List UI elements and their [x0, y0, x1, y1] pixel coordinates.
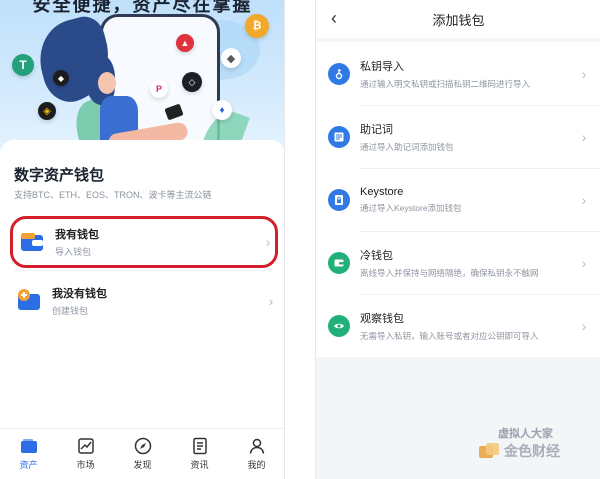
divider: [14, 270, 271, 271]
tab-mine[interactable]: 我的: [228, 429, 284, 479]
option-desc: 离线导入并保持与网络隔绝，确保私钥永不触网: [360, 267, 539, 278]
have-wallet-desc: 导入钱包: [55, 247, 92, 257]
chevron-right-icon: ›: [581, 317, 587, 334]
card-title: 数字资产钱包: [14, 167, 105, 184]
left-screen: 安全便捷，资产尽在掌握 ₿ ▲ ◆ T ◆ P ◇ ◈ ♦ 数字资产钱包 支持B…: [0, 0, 285, 479]
huobi-icon: ♦: [212, 100, 232, 120]
cold-wallet-icon: [328, 251, 350, 274]
tezos-icon: T: [12, 54, 34, 76]
option-title: 私钥导入: [360, 60, 404, 73]
watermark: 虚拟人大家 金色财经: [478, 428, 560, 461]
option-title: 助记词: [360, 123, 393, 136]
chevron-right-icon: ›: [265, 234, 271, 250]
chart-icon: [77, 438, 94, 454]
watermark-logo-icon: [479, 443, 499, 458]
binance-icon: ◈: [38, 102, 56, 120]
file-lock-icon: [328, 188, 350, 211]
news-icon: [192, 437, 207, 455]
polkadot-icon: P: [150, 80, 168, 98]
option-private-key-import[interactable]: 私钥导入 通过输入明文私钥或扫描私钥二维码进行导入 ›: [316, 42, 600, 105]
tab-discover[interactable]: 发现: [114, 429, 171, 479]
no-wallet-title: 我没有钱包: [52, 288, 107, 300]
no-wallet-desc: 创建钱包: [52, 306, 89, 316]
eye-icon: [328, 314, 350, 337]
tab-news[interactable]: 资讯: [171, 429, 228, 479]
add-wallet-options: 私钥导入 通过输入明文私钥或扫描私钥二维码进行导入 › 助记词 通过导入助记词添…: [316, 42, 600, 357]
watermark-brand: 金色财经: [504, 443, 560, 459]
note-icon: [328, 125, 350, 148]
chevron-right-icon: ›: [268, 293, 274, 309]
tron-icon: ▲: [176, 34, 194, 52]
create-wallet-icon: [16, 288, 42, 314]
compass-icon: [134, 437, 151, 455]
chevron-right-icon: ›: [581, 254, 587, 271]
no-wallet-option[interactable]: 我没有钱包 创建钱包 ›: [10, 275, 278, 327]
tab-label: 资产: [19, 460, 38, 470]
option-mnemonic[interactable]: 助记词 通过导入助记词添加钱包 ›: [316, 105, 600, 168]
bottom-tab-bar: 资产 市场 发现 资讯 我的: [0, 428, 284, 479]
option-desc: 通过输入明文私钥或扫描私钥二维码进行导入: [360, 78, 531, 89]
import-wallet-icon: [19, 229, 45, 255]
chevron-right-icon: ›: [581, 191, 587, 208]
option-cold-wallet[interactable]: 冷钱包 离线导入并保持与网络隔绝，确保私钥永不触网 ›: [316, 231, 600, 294]
option-watch-wallet[interactable]: 观察钱包 无需导入私钥，输入账号或者对应公钥即可导入 ›: [316, 294, 600, 357]
tab-label: 市场: [76, 460, 95, 470]
option-title: 冷钱包: [360, 249, 393, 262]
tab-assets[interactable]: 资产: [0, 429, 57, 479]
right-screen: ‹ 添加钱包 私钥导入 通过输入明文私钥或扫描私钥二维码进行导入 › 助记词 通…: [315, 0, 600, 479]
key-icon: [328, 62, 350, 85]
wallet-card: 数字资产钱包 支持BTC、ETH、EOS、TRON、波卡等主流公链 我有钱包 导…: [0, 140, 284, 430]
wallet-icon: [20, 439, 37, 453]
tab-label: 资讯: [190, 460, 209, 470]
chevron-right-icon: ›: [581, 65, 587, 82]
tab-label: 我的: [247, 460, 266, 470]
option-title: 观察钱包: [360, 312, 404, 325]
have-wallet-title: 我有钱包: [55, 229, 99, 241]
nav-bar: ‹ 添加钱包: [316, 0, 600, 38]
ethereum-icon: ◆: [221, 48, 241, 68]
watermark-account: 虚拟人大家: [498, 428, 553, 440]
eos-icon: ◇: [182, 72, 202, 92]
option-desc: 无需导入私钥，输入账号或者对应公钥即可导入: [360, 330, 539, 341]
option-title: Keystore: [360, 185, 404, 198]
option-desc: 通过导入助记词添加钱包: [360, 141, 454, 152]
have-wallet-option[interactable]: 我有钱包 导入钱包 ›: [10, 216, 278, 268]
card-subtitle: 支持BTC、ETH、EOS、TRON、波卡等主流公链: [14, 190, 212, 200]
tab-market[interactable]: 市场: [57, 429, 114, 479]
chevron-right-icon: ›: [581, 128, 587, 145]
option-keystore[interactable]: Keystore 通过导入Keystore添加钱包 ›: [316, 168, 600, 231]
tab-label: 发现: [133, 460, 152, 470]
page-title: 添加钱包: [432, 13, 485, 28]
option-desc: 通过导入Keystore添加钱包: [360, 202, 462, 213]
bitcoin-icon: ₿: [245, 14, 269, 38]
hero-woman-face: [98, 72, 116, 94]
ethereum-classic-icon: ◆: [53, 70, 69, 86]
user-icon: [249, 438, 264, 454]
